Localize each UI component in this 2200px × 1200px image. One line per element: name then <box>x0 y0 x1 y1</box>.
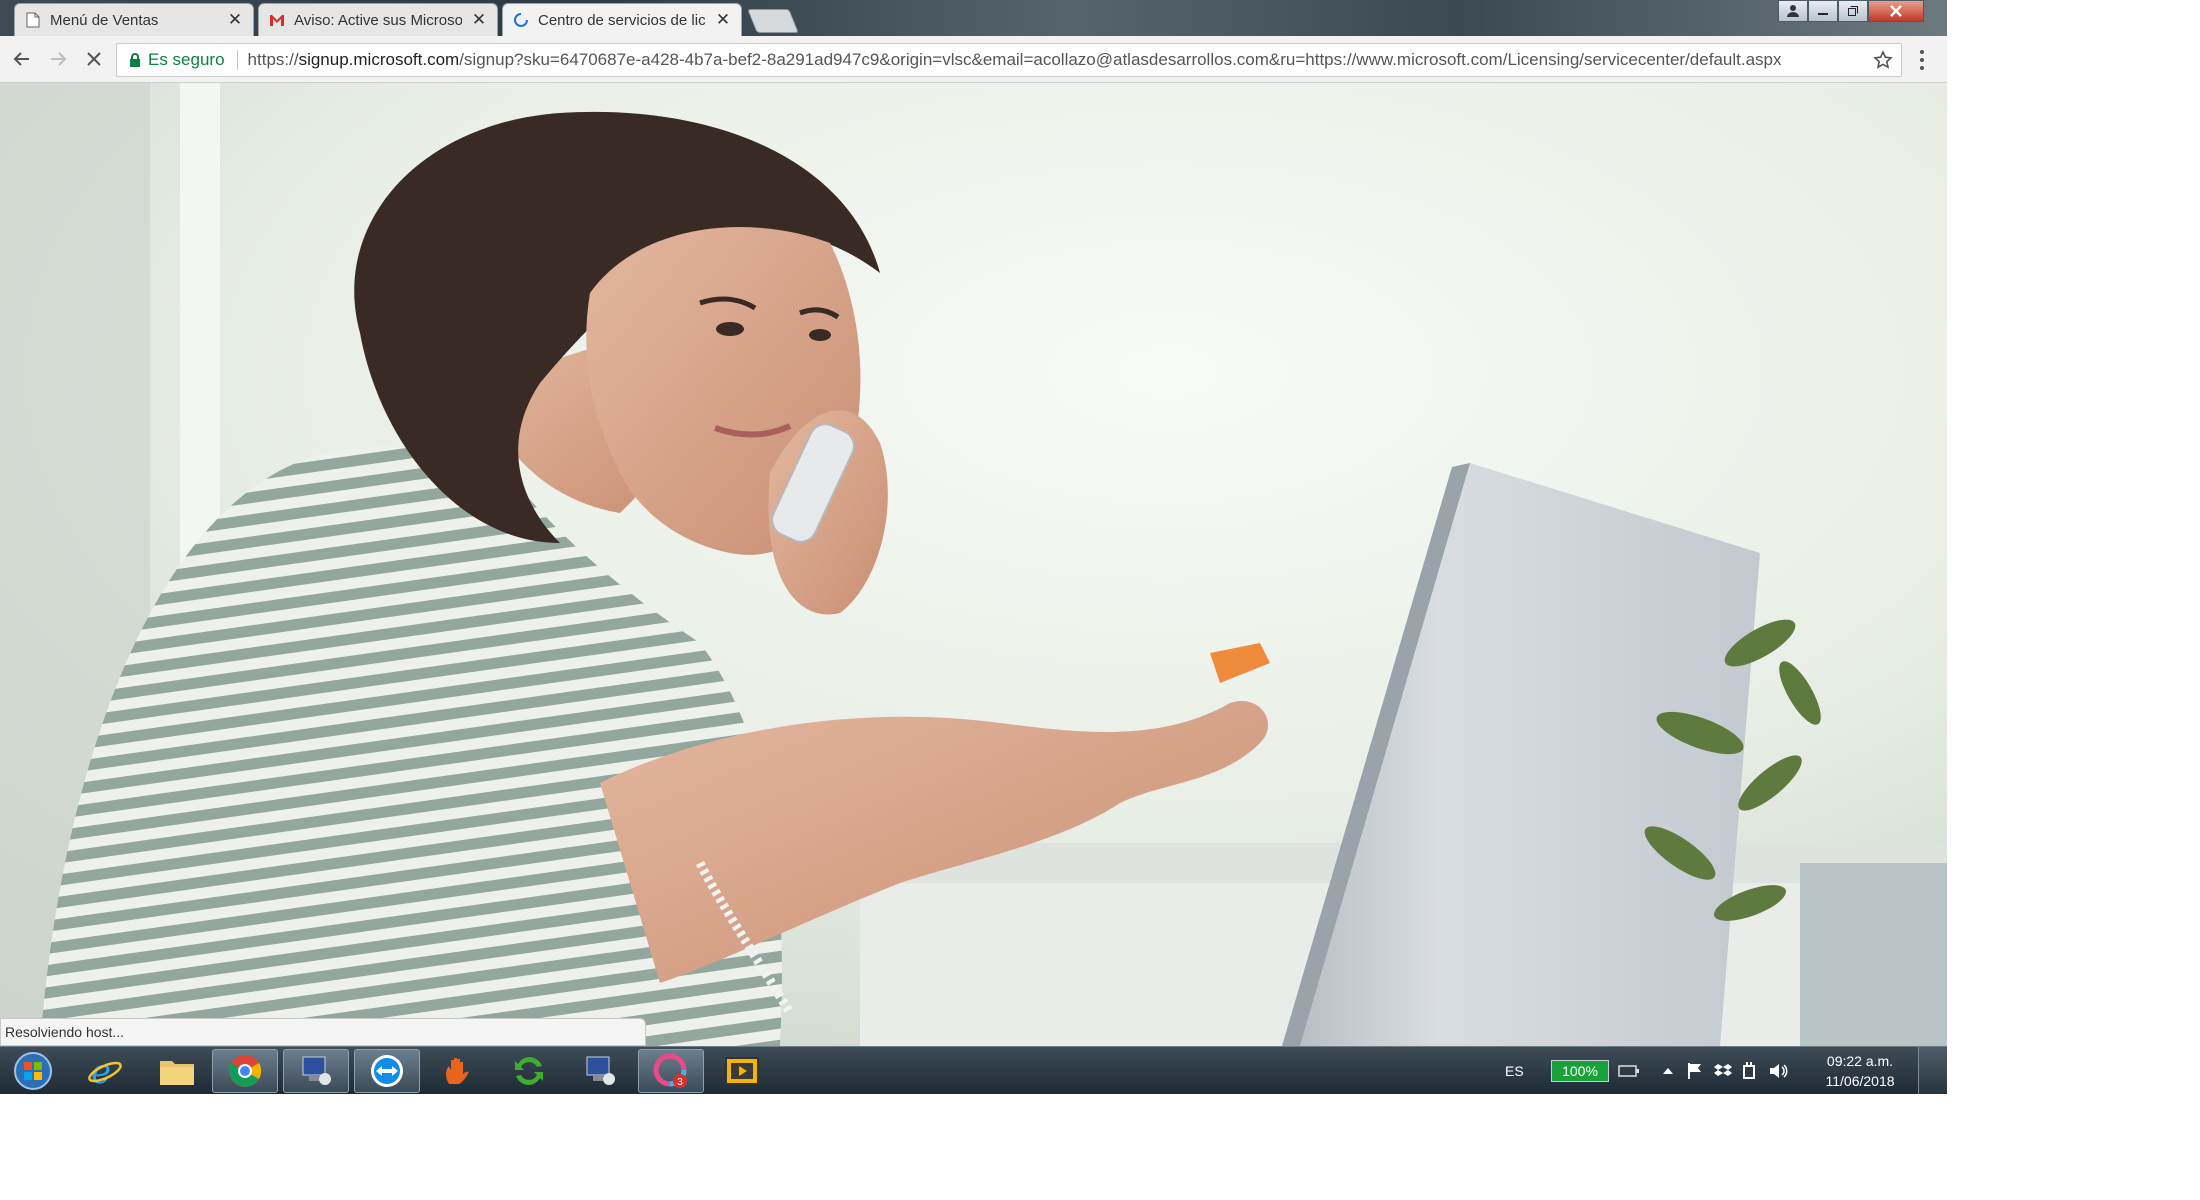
clock-date: 11/06/2018 <box>1825 1073 1895 1089</box>
action-center-flag-icon[interactable] <box>1687 1047 1703 1094</box>
system-clock[interactable]: 09:22 a.m. 11/06/2018 <box>1815 1051 1905 1091</box>
volume-icon[interactable] <box>1768 1047 1788 1094</box>
show-hidden-icons-icon[interactable] <box>1662 1047 1674 1094</box>
show-desktop-button[interactable] <box>1918 1047 1947 1094</box>
secure-label: Es seguro <box>148 50 225 69</box>
profile-icon[interactable] <box>1778 0 1808 22</box>
window-controls <box>1778 0 1924 22</box>
minimize-button[interactable] <box>1808 0 1838 22</box>
loading-icon <box>513 12 529 28</box>
close-tab-icon[interactable]: ✕ <box>471 10 487 30</box>
power-plug-icon[interactable] <box>1741 1047 1757 1094</box>
gmail-icon <box>269 12 285 28</box>
windows-taskbar: e 3 ES 100% 09:22 a.m. 11/06/2018 <box>0 1046 1947 1094</box>
media-player-icon[interactable] <box>709 1049 775 1093</box>
security-indicator[interactable]: Es seguro <box>117 50 225 70</box>
dropbox-icon[interactable] <box>1714 1047 1732 1094</box>
forward-button[interactable] <box>45 46 71 72</box>
clock-time: 09:22 a.m. <box>1826 1053 1894 1069</box>
language-indicator[interactable]: ES <box>1505 1047 1524 1094</box>
woman-on-phone-with-laptop-image <box>0 83 1947 1046</box>
chrome-menu-button[interactable] <box>1912 48 1932 72</box>
tab-centro-servicios[interactable]: Centro de servicios de lic ✕ <box>502 3 742 36</box>
restore-button[interactable] <box>1838 0 1868 22</box>
chrome-icon[interactable] <box>212 1049 278 1093</box>
page-icon <box>25 12 41 28</box>
url-scheme: https:// <box>247 50 299 69</box>
hero-photo <box>0 83 1947 1046</box>
remote-desktop-2-icon[interactable] <box>567 1049 633 1093</box>
hand-app-icon[interactable] <box>425 1049 491 1093</box>
file-explorer-icon[interactable] <box>144 1049 210 1093</box>
browser-toolbar: Es seguro https://signup.microsoft.com/s… <box>0 36 1947 83</box>
close-tab-icon[interactable]: ✕ <box>227 10 243 30</box>
battery-status-icon[interactable] <box>1618 1047 1640 1094</box>
close-tab-icon[interactable]: ✕ <box>715 10 731 30</box>
tab-menu-ventas[interactable]: Menú de Ventas ✕ <box>14 3 254 36</box>
status-bubble: Resolviendo host... <box>0 1018 646 1046</box>
address-bar[interactable]: Es seguro https://signup.microsoft.com/s… <box>116 43 1902 77</box>
lock-icon <box>130 52 140 67</box>
new-tab-button[interactable] <box>747 9 799 33</box>
stop-loading-button[interactable] <box>81 46 107 72</box>
screen: Menú de Ventas ✕ Aviso: Active sus Micro… <box>0 0 1947 1094</box>
divider <box>236 50 238 70</box>
sync-app-icon[interactable] <box>496 1049 562 1093</box>
bookmark-star-icon[interactable] <box>1873 50 1893 75</box>
close-window-button[interactable] <box>1868 0 1924 22</box>
url-path: /signup?sku=6470687e-a428-4b7a-bef2-8a29… <box>459 50 1782 69</box>
tab-label: Centro de servicios de lic <box>538 11 706 29</box>
tab-aviso-microsoft[interactable]: Aviso: Active sus Microso ✕ <box>258 3 498 36</box>
tab-label: Aviso: Active sus Microso <box>294 11 462 29</box>
tab-label: Menú de Ventas <box>50 11 159 29</box>
battery-indicator[interactable]: 100% <box>1551 1060 1609 1082</box>
tab-strip: Menú de Ventas ✕ Aviso: Active sus Micro… <box>0 0 1947 36</box>
start-orb-icon[interactable] <box>0 1049 66 1093</box>
badge-app-icon[interactable]: 3 <box>638 1049 704 1093</box>
teamviewer-icon[interactable] <box>354 1049 420 1093</box>
back-button[interactable] <box>9 46 35 72</box>
internet-explorer-icon[interactable]: e <box>72 1049 138 1093</box>
notification-badge: 3 <box>677 1077 683 1088</box>
remote-desktop-icon[interactable] <box>283 1049 349 1093</box>
url-host: signup.microsoft.com <box>298 50 460 69</box>
